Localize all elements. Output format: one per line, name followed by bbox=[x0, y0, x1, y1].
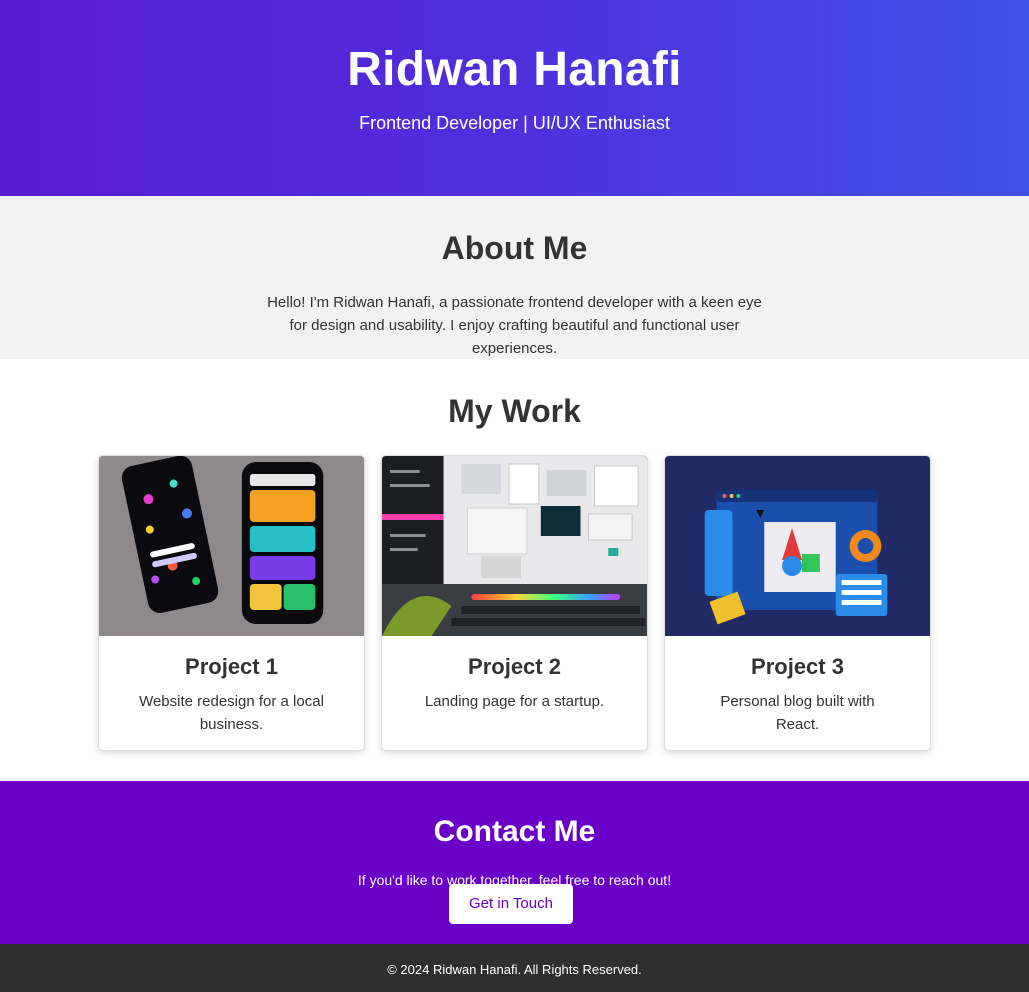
contact-section: Contact Me If you'd like to work togethe… bbox=[0, 781, 1029, 944]
hero-section: Ridwan Hanafi Frontend Developer | UI/UX… bbox=[0, 0, 1029, 196]
about-section: About Me Hello! I'm Ridwan Hanafi, a pas… bbox=[0, 196, 1029, 359]
get-in-touch-button[interactable]: Get in Touch bbox=[449, 884, 573, 924]
project-1-description: Website redesign for a local business. bbox=[139, 693, 324, 733]
contact-heading: Contact Me bbox=[433, 815, 596, 848]
about-heading: About Me bbox=[441, 230, 588, 266]
project-2-title: Project 2 bbox=[468, 654, 561, 679]
project-1-title: Project 1 bbox=[185, 654, 278, 679]
hero-title: Ridwan Hanafi bbox=[347, 43, 682, 96]
project-3-image bbox=[665, 456, 930, 636]
project-2-description: Landing page for a startup. bbox=[424, 693, 605, 710]
project-cards: Project 1 Website redesign for a local b… bbox=[0, 455, 1029, 751]
project-3-description: Personal blog built with React. bbox=[720, 693, 875, 733]
work-section: My Work Project 1 Website redesign for a… bbox=[0, 359, 1029, 781]
project-card-3[interactable]: Project 3 Personal blog built with React… bbox=[664, 455, 931, 751]
project-card-1[interactable]: Project 1 Website redesign for a local b… bbox=[98, 455, 365, 751]
footer-copyright: © 2024 Ridwan Hanafi. All Rights Reserve… bbox=[387, 962, 642, 977]
project-1-image bbox=[99, 456, 364, 636]
project-3-title: Project 3 bbox=[751, 654, 844, 679]
hero-subtitle: Frontend Developer | UI/UX Enthusiast bbox=[359, 113, 670, 133]
footer: © 2024 Ridwan Hanafi. All Rights Reserve… bbox=[0, 944, 1029, 992]
work-heading: My Work bbox=[448, 393, 581, 429]
about-text: Hello! I'm Ridwan Hanafi, a passionate f… bbox=[267, 294, 762, 357]
project-card-2[interactable]: Project 2 Landing page for a startup. bbox=[381, 455, 648, 751]
project-2-image bbox=[382, 456, 647, 636]
